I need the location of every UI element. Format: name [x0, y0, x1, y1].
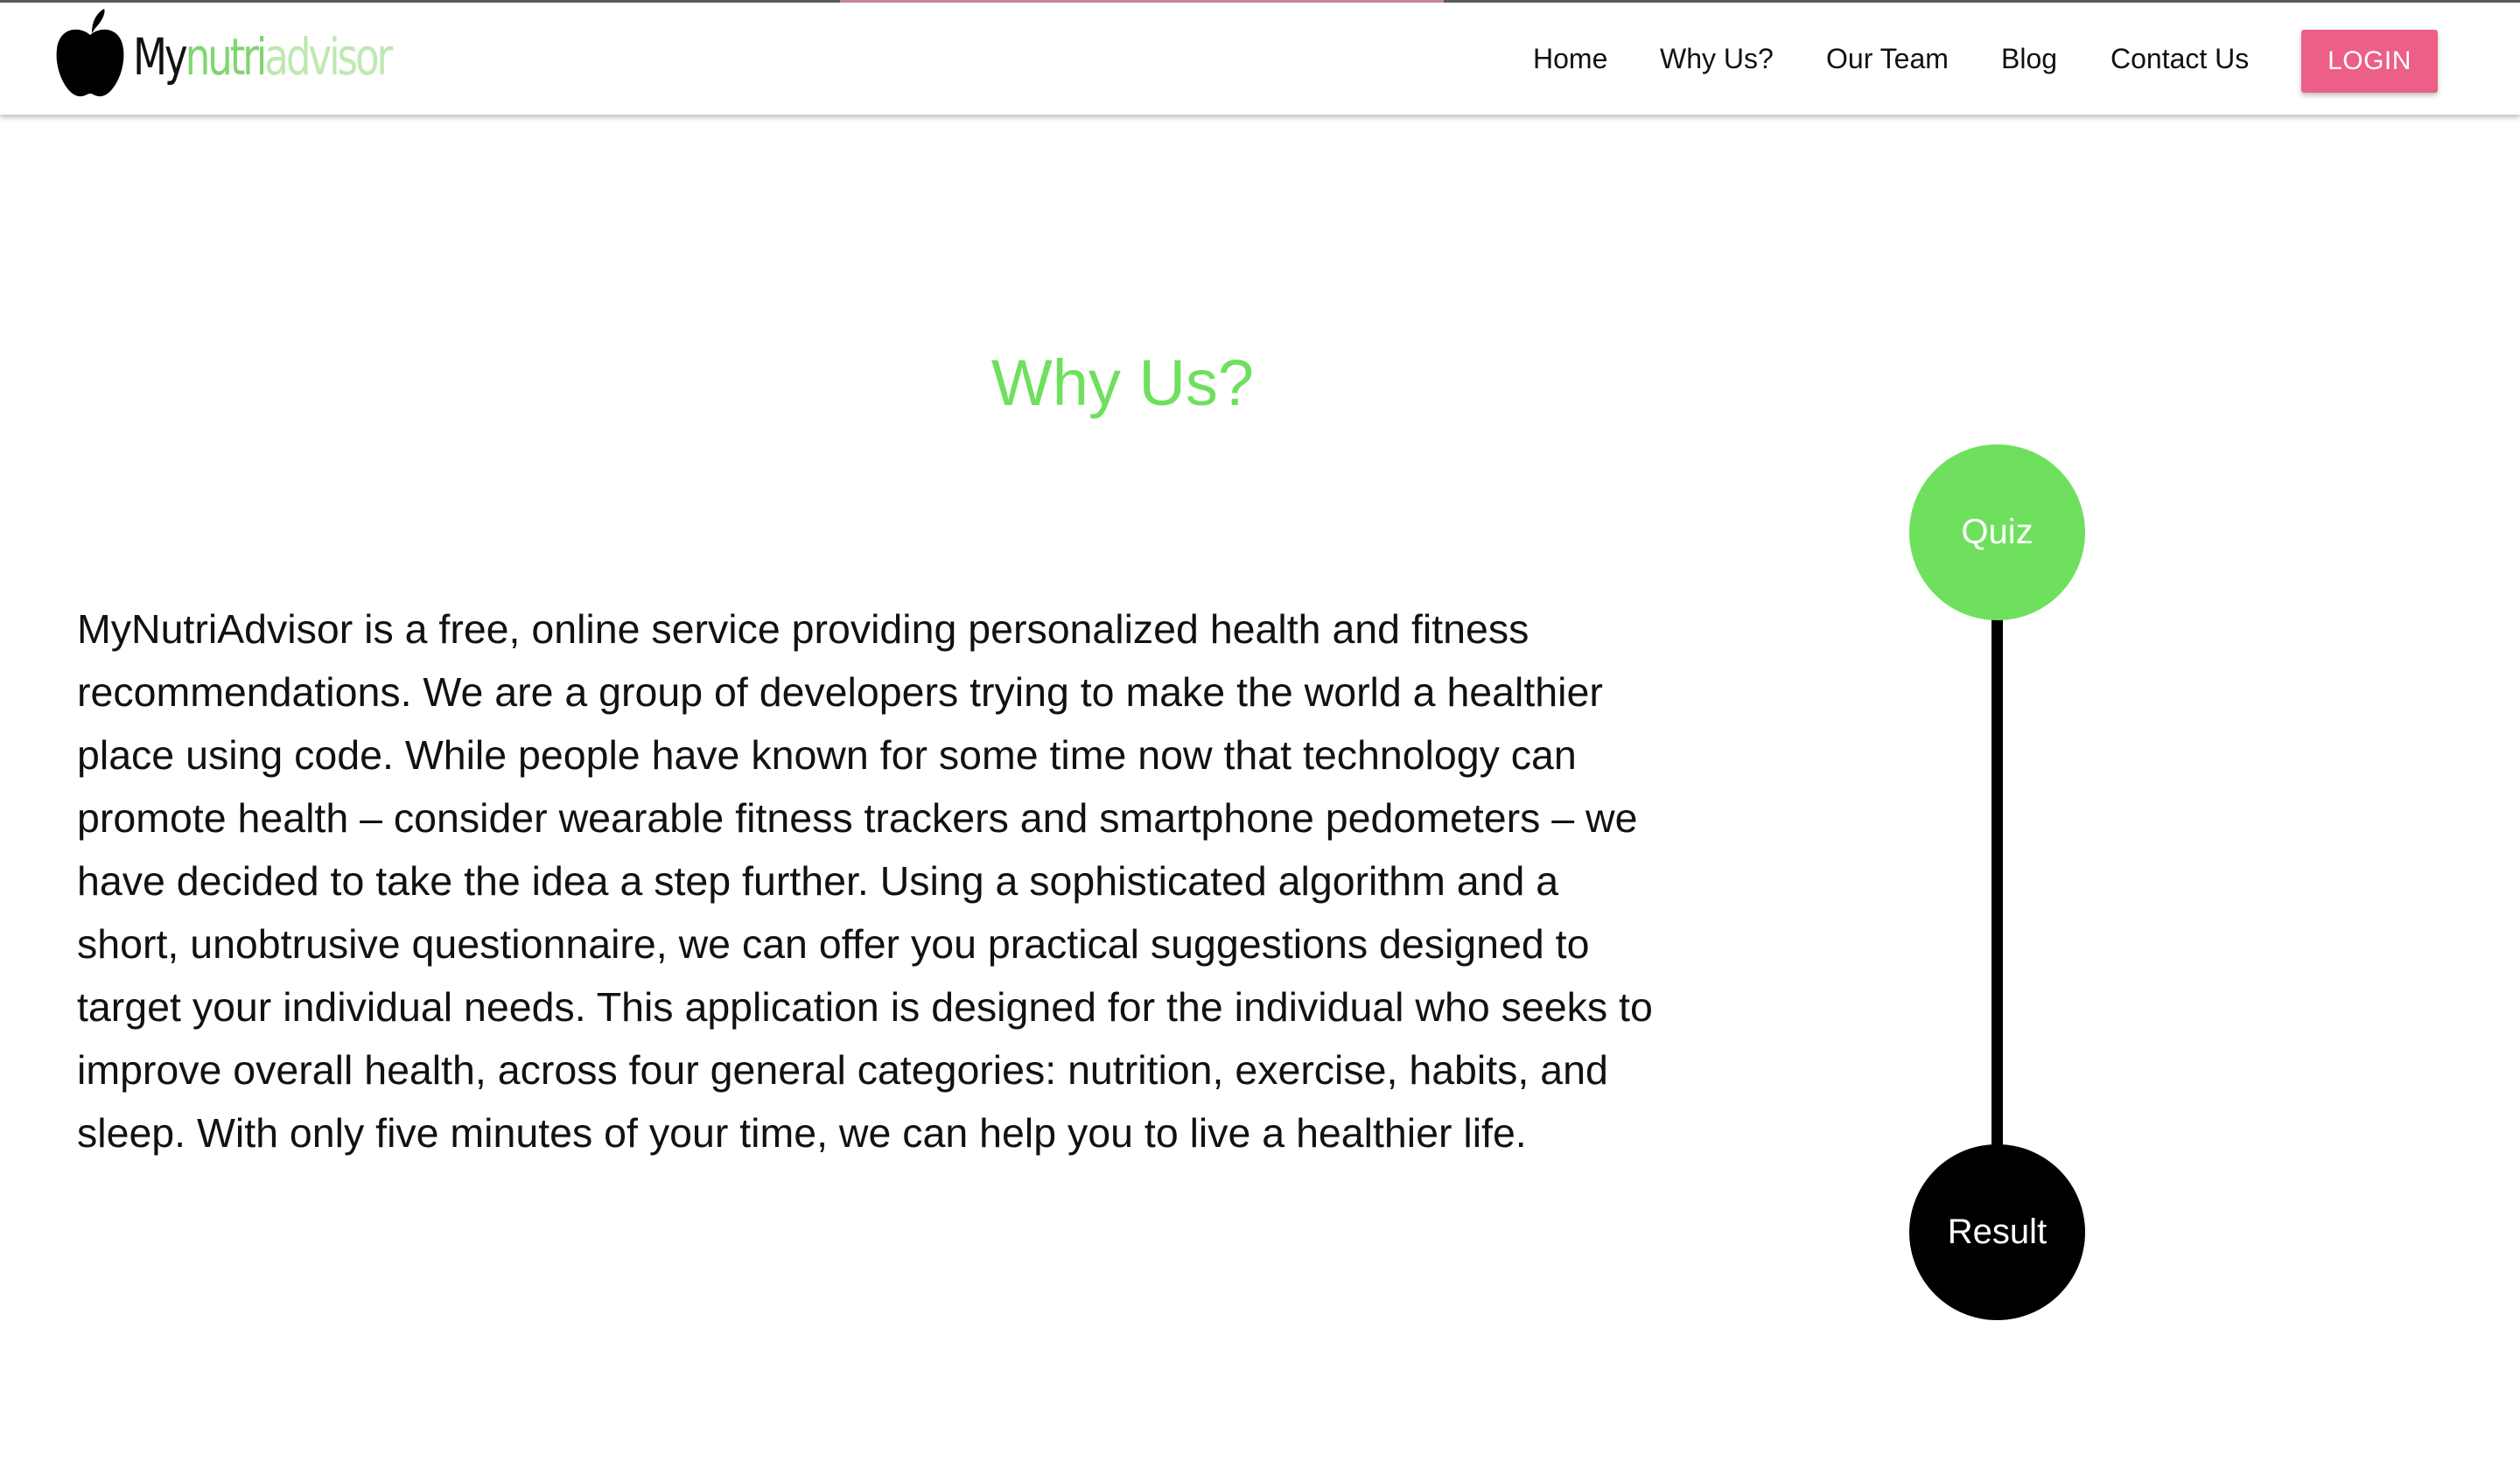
brand-wordmark-my: My — [133, 27, 188, 87]
brand-wordmark-advisor: advisor — [264, 27, 393, 87]
section-title-text: Why Us? — [990, 346, 1255, 419]
brand-logo-link[interactable]: Mynutriadvisor — [54, 4, 463, 101]
timeline-step-quiz-label: Quiz — [1961, 513, 2034, 551]
timeline-connector — [1992, 617, 2003, 1159]
timeline-step-quiz[interactable]: Quiz — [1909, 444, 2085, 620]
section-title: Why Us? — [0, 344, 2520, 423]
nav-item-blog[interactable]: Blog — [2001, 41, 2057, 76]
nav-item-contact-us[interactable]: Contact Us — [2110, 41, 2249, 76]
brand-wordmark: Mynutriadvisor — [133, 23, 393, 82]
apple-icon — [56, 9, 124, 97]
login-button[interactable]: LOGIN — [2301, 30, 2438, 93]
why-us-description: MyNutriAdvisor is a free, online service… — [77, 606, 1653, 1156]
nav-item-our-team[interactable]: Our Team — [1826, 41, 1949, 76]
page: Mynutriadvisor Home Why Us? Our Team Blo… — [0, 0, 2520, 1468]
brand-wordmark-nutri: nutri — [185, 27, 268, 87]
timeline-step-result-label: Result — [1947, 1213, 2048, 1251]
nav-item-home[interactable]: Home — [1533, 41, 1607, 76]
nav-item-why-us[interactable]: Why Us? — [1660, 41, 1774, 76]
timeline-step-result[interactable]: Result — [1909, 1144, 2085, 1320]
navbar-top-accent — [840, 0, 1444, 3]
top-navbar: Mynutriadvisor Home Why Us? Our Team Blo… — [0, 0, 2520, 115]
